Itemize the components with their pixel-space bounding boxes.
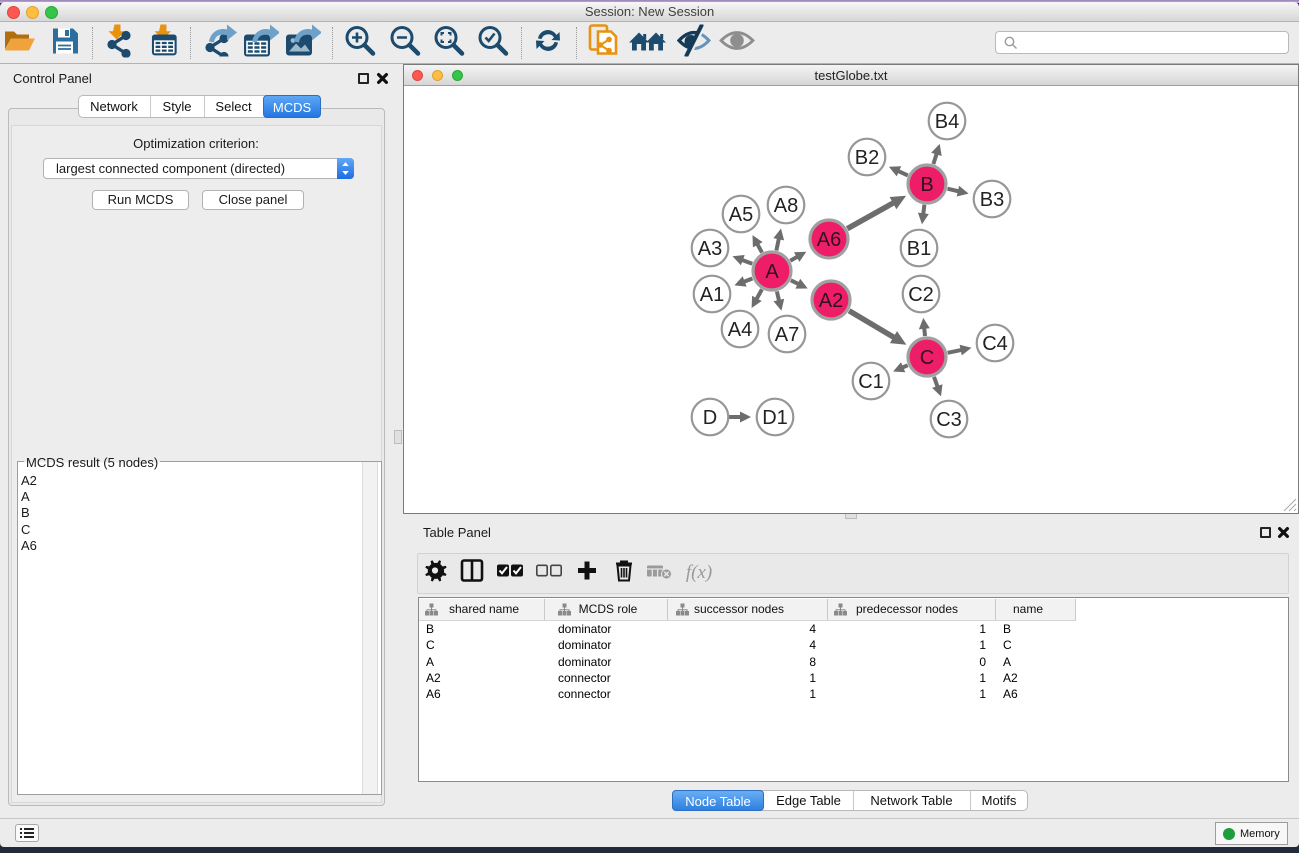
svg-text:A6: A6 xyxy=(817,229,841,251)
svg-text:A3: A3 xyxy=(698,238,722,260)
svg-text:C4: C4 xyxy=(982,333,1008,355)
svg-text:A1: A1 xyxy=(700,284,724,306)
svg-text:A2: A2 xyxy=(819,290,843,312)
svg-text:B4: B4 xyxy=(935,111,959,133)
svg-text:A8: A8 xyxy=(774,195,798,217)
svg-text:A7: A7 xyxy=(775,324,799,346)
svg-text:D: D xyxy=(703,407,717,429)
svg-text:A5: A5 xyxy=(729,204,753,226)
svg-text:C3: C3 xyxy=(936,409,962,431)
svg-text:B: B xyxy=(920,174,933,196)
svg-text:D1: D1 xyxy=(762,407,788,429)
svg-text:B3: B3 xyxy=(980,189,1004,211)
svg-text:C1: C1 xyxy=(858,371,884,393)
svg-text:A4: A4 xyxy=(728,319,752,341)
svg-text:B2: B2 xyxy=(855,147,879,169)
svg-text:A: A xyxy=(765,261,779,283)
svg-text:B1: B1 xyxy=(907,238,931,260)
svg-text:C: C xyxy=(920,347,934,369)
svg-text:C2: C2 xyxy=(908,284,934,306)
